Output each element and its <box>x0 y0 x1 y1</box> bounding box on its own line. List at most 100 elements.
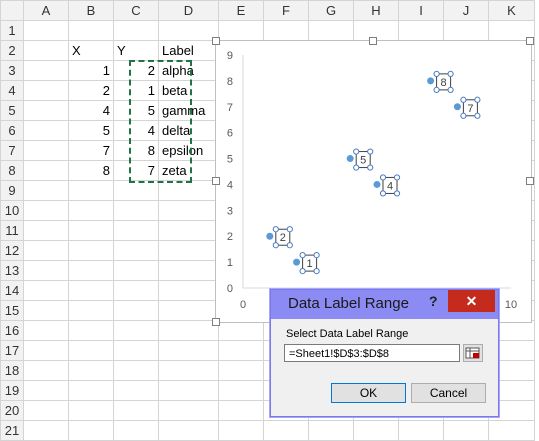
row-header[interactable]: 19 <box>0 380 24 401</box>
scatter-chart[interactable]: 0 1 2 3 4 5 6 7 8 9 0 10 2 1 5 4 8 7 <box>215 40 532 323</box>
cell[interactable] <box>158 300 219 321</box>
cell[interactable] <box>23 100 69 121</box>
cell[interactable]: alpha <box>158 60 219 81</box>
cell[interactable] <box>68 240 114 261</box>
help-icon[interactable]: ? <box>429 293 438 309</box>
cell[interactable] <box>113 180 159 201</box>
cell[interactable]: zeta <box>158 160 219 181</box>
column-header[interactable]: B <box>68 0 114 21</box>
cell[interactable] <box>23 20 69 41</box>
range-collapse-button[interactable] <box>463 344 483 362</box>
cell[interactable] <box>158 200 219 221</box>
row-header[interactable]: 5 <box>0 100 24 121</box>
cell[interactable] <box>68 420 114 441</box>
cell[interactable] <box>68 280 114 301</box>
cell[interactable] <box>113 400 159 421</box>
cell[interactable] <box>23 260 69 281</box>
cell[interactable] <box>158 400 219 421</box>
column-header[interactable]: F <box>263 0 309 21</box>
row-header[interactable]: 10 <box>0 200 24 221</box>
column-header[interactable]: E <box>218 0 264 21</box>
cell[interactable]: 2 <box>68 80 114 101</box>
cell[interactable]: 4 <box>113 120 159 141</box>
cell[interactable] <box>443 20 489 41</box>
cell[interactable] <box>218 20 264 41</box>
row-header[interactable]: 6 <box>0 120 24 141</box>
cell[interactable]: X <box>68 40 114 61</box>
cell[interactable] <box>23 420 69 441</box>
row-header[interactable]: 20 <box>0 400 24 421</box>
cell[interactable] <box>23 360 69 381</box>
row-header[interactable]: 4 <box>0 80 24 101</box>
column-header[interactable]: D <box>158 0 219 21</box>
cell[interactable] <box>113 320 159 341</box>
cell[interactable] <box>218 340 264 361</box>
cell[interactable] <box>158 20 219 41</box>
cell[interactable] <box>23 120 69 141</box>
cell[interactable] <box>218 360 264 381</box>
column-header[interactable]: K <box>488 0 535 21</box>
cell[interactable] <box>68 260 114 281</box>
cell[interactable] <box>23 340 69 361</box>
cell[interactable] <box>158 240 219 261</box>
cell[interactable] <box>443 420 489 441</box>
cell[interactable]: beta <box>158 80 219 101</box>
cell[interactable] <box>23 220 69 241</box>
cell[interactable] <box>113 20 159 41</box>
range-input[interactable]: =Sheet1!$D$3:$D$8 <box>284 344 460 362</box>
row-header[interactable]: 15 <box>0 300 24 321</box>
cell[interactable] <box>68 180 114 201</box>
row-header[interactable]: 13 <box>0 260 24 281</box>
cell[interactable] <box>263 20 309 41</box>
chart-resize-handle-bl[interactable] <box>212 318 220 326</box>
cell[interactable]: 8 <box>68 160 114 181</box>
cell[interactable] <box>398 420 444 441</box>
cell[interactable] <box>23 60 69 81</box>
cell[interactable] <box>218 420 264 441</box>
cell[interactable] <box>158 260 219 281</box>
cell[interactable]: 4 <box>68 100 114 121</box>
cell[interactable] <box>113 200 159 221</box>
cell[interactable] <box>113 220 159 241</box>
cell[interactable]: 2 <box>113 60 159 81</box>
chart-resize-handle-ml[interactable] <box>212 177 220 185</box>
cell[interactable] <box>68 340 114 361</box>
dialog-titlebar[interactable]: Data Label Range ? ✕ <box>271 290 498 319</box>
cell[interactable] <box>308 20 354 41</box>
cell[interactable] <box>23 140 69 161</box>
cell[interactable] <box>353 420 399 441</box>
cancel-button[interactable]: Cancel <box>411 383 486 403</box>
cell[interactable] <box>158 360 219 381</box>
cell[interactable] <box>158 340 219 361</box>
cell[interactable] <box>158 380 219 401</box>
cell[interactable]: 8 <box>113 140 159 161</box>
row-header[interactable]: 17 <box>0 340 24 361</box>
column-header[interactable]: H <box>353 0 399 21</box>
row-header[interactable]: 11 <box>0 220 24 241</box>
column-header[interactable]: A <box>23 0 69 21</box>
cell[interactable]: 1 <box>113 80 159 101</box>
column-header[interactable]: C <box>113 0 159 21</box>
cell[interactable]: Label <box>158 40 219 61</box>
cell[interactable] <box>218 400 264 421</box>
cell[interactable] <box>263 420 309 441</box>
row-header[interactable]: 14 <box>0 280 24 301</box>
cell[interactable] <box>158 180 219 201</box>
cell[interactable] <box>23 80 69 101</box>
cell[interactable] <box>68 360 114 381</box>
cell[interactable] <box>398 20 444 41</box>
cell[interactable] <box>113 240 159 261</box>
cell[interactable] <box>113 380 159 401</box>
cell[interactable]: 5 <box>68 120 114 141</box>
row-header[interactable]: 8 <box>0 160 24 181</box>
cell[interactable]: 1 <box>68 60 114 81</box>
row-header[interactable]: 12 <box>0 240 24 261</box>
cell[interactable] <box>23 40 69 61</box>
row-header[interactable]: 9 <box>0 180 24 201</box>
cell[interactable] <box>68 300 114 321</box>
chart-resize-handle-mr[interactable] <box>526 177 534 185</box>
cell[interactable] <box>308 420 354 441</box>
cell[interactable] <box>218 380 264 401</box>
chart-resize-handle-tm[interactable] <box>369 37 377 45</box>
cell[interactable]: 5 <box>113 100 159 121</box>
